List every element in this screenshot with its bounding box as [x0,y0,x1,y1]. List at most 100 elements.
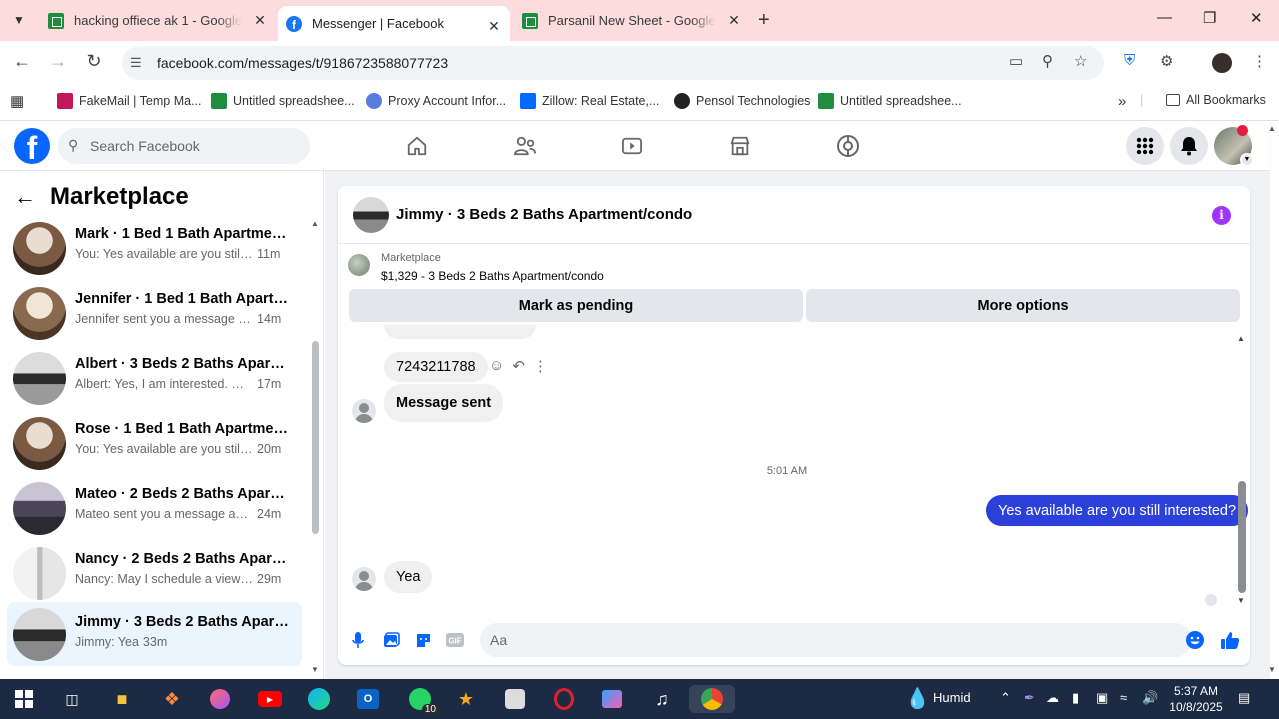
reload-icon[interactable]: ↻ [82,51,106,72]
page-scroll-down-icon[interactable]: ▼ [1268,665,1276,674]
settings-app-icon[interactable] [501,685,529,713]
tab-messenger[interactable]: f Messenger | Facebook ✕ [278,6,510,41]
nav-gaming[interactable] [818,130,878,162]
scroll-up-arrow-icon[interactable]: ▲ [311,219,319,228]
extensions-puzzle-icon[interactable]: ⚙ [1160,52,1173,70]
copilot-icon[interactable]: ❖ [158,685,186,713]
menu-grid-button[interactable] [1126,127,1164,165]
profile-avatar[interactable] [1212,53,1232,73]
weather-icon[interactable]: 💧 [905,686,930,711]
notifications-button[interactable] [1170,127,1208,165]
conversation-item-albert[interactable]: Albert · 3 Beds 2 Baths Apartment/condo … [7,348,302,408]
menu-kebab-icon[interactable]: ⋮ [1252,52,1267,70]
bookmark-untitled-2[interactable]: Untitled spreadshee... [818,93,962,109]
battery-icon[interactable]: ▮ [1072,690,1079,706]
nav-home[interactable] [387,130,447,162]
sticker-icon[interactable] [413,630,433,650]
conversation-item-rose[interactable]: Rose · 1 Bed 1 Bath Apartment/condo You:… [7,413,302,473]
install-app-icon[interactable]: ▭ [1009,52,1023,70]
bookmark-zillow[interactable]: Zillow: Real Estate,... [520,93,659,109]
app-icon[interactable] [206,685,234,713]
emoji-icon[interactable] [1185,630,1205,650]
tab-parsanil[interactable]: Parsanil New Sheet - Google Sheets ✕ [514,0,750,41]
message-bubble-phone[interactable]: 7243211788 [384,352,488,382]
site-info-icon[interactable]: ☰ [130,55,142,71]
tab-search-button[interactable]: ▼ [7,8,31,32]
chat-avatar[interactable] [353,197,389,233]
chat-scrollbar-thumb[interactable] [1238,481,1246,593]
file-explorer-icon[interactable]: ■ [108,685,136,713]
message-bubble-my-reply[interactable]: Yes available are you still interested? [986,495,1249,526]
close-tab-icon[interactable]: ✕ [252,12,268,29]
windows-start-icon[interactable] [10,685,38,713]
message-bubble-sent-notice[interactable]: Message sent [384,384,504,422]
message-input[interactable] [480,623,1192,657]
bookmark-untitled-1[interactable]: Untitled spreadshee... [211,93,355,109]
wifi-icon[interactable]: ≈ [1120,690,1127,705]
photo-icon[interactable] [381,630,401,650]
chat-title[interactable]: Jimmy · 3 Beds 2 Baths Apartment/condo [396,206,692,223]
nav-marketplace[interactable] [710,130,770,162]
listing-banner[interactable]: Marketplace $1,329 - 3 Beds 2 Baths Apar… [338,244,1250,288]
more-options-button[interactable]: More options [806,289,1240,322]
task-view-icon[interactable]: ◫ [58,685,86,713]
react-emoji-icon[interactable]: ☺ [489,357,504,375]
facebook-search[interactable]: ⚲ [58,128,310,164]
conversation-item-nancy[interactable]: Nancy · 2 Beds 2 Baths Apartment/condo N… [7,543,302,603]
gif-icon[interactable]: GIF [445,630,465,650]
weather-text[interactable]: Humid [933,690,971,705]
contact-avatar[interactable] [352,567,376,591]
award-icon[interactable]: ★ [452,685,480,713]
all-bookmarks[interactable]: All Bookmarks [1166,93,1266,107]
zoom-icon[interactable]: ⚲ [1042,52,1053,70]
thumbs-up-icon[interactable] [1220,630,1240,650]
bookmark-pensol[interactable]: Pensol Technologies [674,93,810,109]
search-input[interactable] [90,128,300,164]
microphone-icon[interactable] [348,630,368,650]
scroll-up-arrow-icon[interactable]: ▲ [1237,334,1245,343]
bookmark-fakemail[interactable]: FakeMail | Temp Ma... [57,93,202,109]
url-text[interactable]: facebook.com/messages/t/9186723588077723 [157,55,448,71]
system-clock[interactable]: 5:37 AM 10/8/2025 [1169,683,1223,715]
account-avatar[interactable]: ▼ [1214,125,1254,167]
tab-hacking-offiece[interactable]: hacking offiece ak 1 - Google Sheets ✕ [40,0,276,41]
more-bookmarks-icon[interactable]: » [1118,93,1126,110]
tray-overflow-icon[interactable]: ⌃ [1000,690,1011,706]
conversation-item-mark[interactable]: Mark · 1 Bed 1 Bath Apartment/condo You:… [7,218,302,278]
facebook-logo[interactable]: f [14,128,50,164]
page-scroll-up-icon[interactable]: ▲ [1268,124,1276,133]
new-tab-icon[interactable]: + [758,9,770,32]
message-bubble-their-reply[interactable]: Yea [384,561,433,593]
opera-icon[interactable] [550,685,578,713]
restore-icon[interactable]: ❐ [1203,9,1216,27]
contact-avatar[interactable] [352,399,376,423]
scroll-down-arrow-icon[interactable]: ▼ [311,665,319,674]
volume-icon[interactable]: 🔊 [1142,690,1158,706]
edge-icon[interactable] [305,685,333,713]
extension-shield-icon[interactable]: ⛨ [1124,52,1135,69]
whatsapp-icon[interactable]: 10 [403,685,439,715]
list-scrollbar-thumb[interactable] [312,341,319,534]
scroll-down-arrow-icon[interactable]: ▼ [1237,596,1245,605]
pen-icon[interactable]: ✒ [1024,690,1035,706]
bookmark-proxy[interactable]: Proxy Account Infor... [366,93,506,109]
youtube-icon[interactable]: ▶ [256,685,284,713]
onedrive-icon[interactable]: ☁ [1046,690,1059,706]
nav-friends[interactable] [495,130,555,162]
outlook-icon[interactable]: O [354,685,382,713]
tiktok-icon[interactable]: ♫ [648,685,676,713]
forward-icon[interactable]: → [46,51,70,72]
more-actions-icon[interactable]: ⋮ [533,357,548,375]
close-tab-icon[interactable]: ✕ [726,12,742,29]
back-arrow-icon[interactable]: ← [14,184,36,210]
conversation-item-jimmy[interactable]: Jimmy · 3 Beds 2 Baths Apartment/condo J… [7,602,302,666]
minimize-icon[interactable]: — [1157,9,1172,26]
store-icon[interactable] [598,685,626,713]
conversation-item-jennifer[interactable]: Jennifer · 1 Bed 1 Bath Apartment/condo … [7,283,302,343]
mark-as-pending-button[interactable]: Mark as pending [349,289,803,322]
apps-grid-icon[interactable]: ▦ [10,92,24,110]
chrome-icon[interactable] [689,685,735,713]
bookmark-star-icon[interactable]: ☆ [1074,52,1087,70]
close-window-icon[interactable]: ✕ [1250,9,1263,27]
notification-center-icon[interactable]: ▤ [1238,690,1250,706]
